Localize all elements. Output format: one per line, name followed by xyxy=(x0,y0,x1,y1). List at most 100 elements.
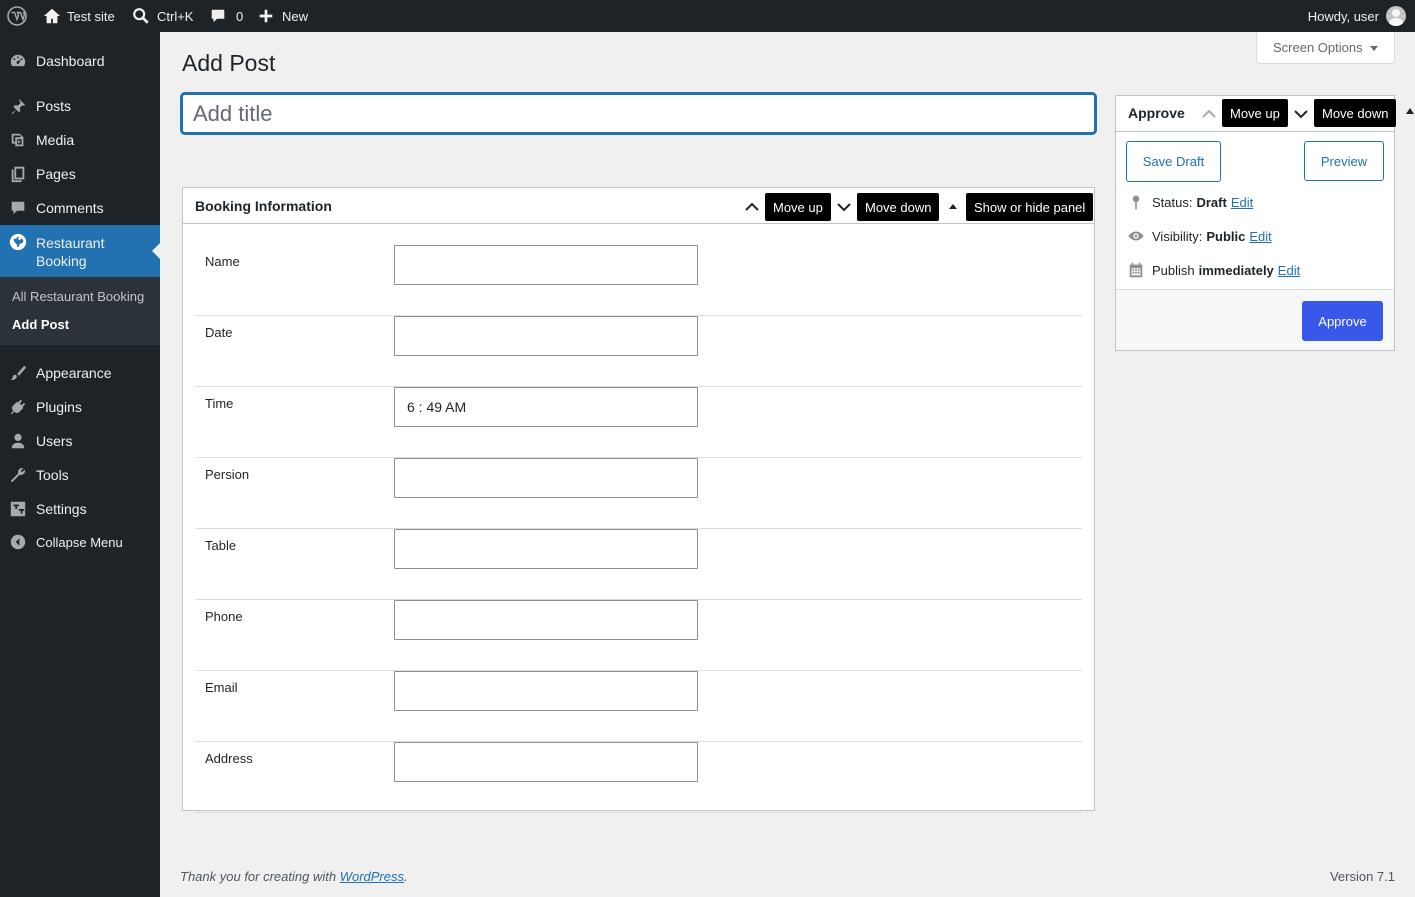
sidebar-item-label: Restaurant Booking xyxy=(36,235,105,269)
home-icon xyxy=(43,7,61,25)
triangle-up-icon[interactable] xyxy=(1406,108,1414,114)
publish-value: immediately xyxy=(1198,262,1274,278)
field-row-email: Email xyxy=(195,671,1082,742)
field-label: Email xyxy=(205,680,238,695)
move-up-button[interactable]: Move up xyxy=(765,193,831,221)
visibility-row: Visibility: Public Edit xyxy=(1126,226,1272,246)
footer-thanks-prefix: Thank you for creating with xyxy=(180,869,337,884)
comments-icon xyxy=(8,198,28,218)
sidebar-item-media[interactable]: Media xyxy=(0,127,160,153)
search-icon xyxy=(132,7,150,25)
chevron-up-icon[interactable] xyxy=(1199,104,1219,124)
admin-bar: Test site Ctrl+K 0 New Howdy, user xyxy=(0,0,1415,32)
comment-bubble-icon xyxy=(209,7,227,25)
triangle-up-icon[interactable] xyxy=(943,196,963,216)
new-label: New xyxy=(282,8,309,24)
post-title-input[interactable] xyxy=(181,93,1096,134)
move-down-button[interactable]: Move down xyxy=(1314,99,1397,127)
sidebar-collapse-menu[interactable]: Collapse Menu xyxy=(0,529,160,555)
media-icon xyxy=(8,130,28,150)
sidebar-item-pages[interactable]: Pages xyxy=(0,161,160,187)
field-label: Date xyxy=(205,325,233,340)
users-icon xyxy=(8,431,28,451)
sidebar-item-tools[interactable]: Tools xyxy=(0,462,160,488)
comments-link[interactable]: 0 xyxy=(209,0,243,32)
field-row-persion: Persion xyxy=(195,458,1082,529)
edit-status-link[interactable]: Edit xyxy=(1231,195,1253,210)
status-label: Status: xyxy=(1152,194,1193,210)
move-down-button[interactable]: Move down xyxy=(857,193,940,221)
pin-icon xyxy=(1126,192,1146,212)
calendar-icon xyxy=(1126,260,1146,280)
edit-visibility-link[interactable]: Edit xyxy=(1249,229,1271,244)
submenu-item-all-restaurant-booking[interactable]: All Restaurant Booking xyxy=(12,289,144,304)
date-input[interactable] xyxy=(394,316,698,356)
field-label: Table xyxy=(205,538,237,553)
postbox-title: Booking Information xyxy=(195,198,332,214)
sidebar-item-plugins[interactable]: Plugins xyxy=(0,394,160,420)
sidebar-item-label: Posts xyxy=(36,98,72,114)
wrench-icon xyxy=(8,465,28,485)
site-name-link[interactable]: Test site xyxy=(43,0,115,32)
sidebar-item-label: Collapse Menu xyxy=(36,534,123,550)
pushpin-icon xyxy=(8,96,28,116)
chevron-up-icon[interactable] xyxy=(742,197,762,217)
settings-icon xyxy=(8,499,28,519)
table-input[interactable] xyxy=(394,529,698,569)
address-input[interactable] xyxy=(394,742,698,782)
sidebar-item-users[interactable]: Users xyxy=(0,428,160,454)
persion-input[interactable] xyxy=(394,458,698,498)
comments-count: 0 xyxy=(236,8,244,24)
new-content-link[interactable]: New xyxy=(257,0,308,32)
dashboard-icon xyxy=(8,51,28,71)
sidebar-item-appearance[interactable]: Appearance xyxy=(0,360,160,386)
booking-information-box: Booking Information Move up Move down Sh… xyxy=(182,187,1095,813)
sidebar-item-label: Comments xyxy=(36,200,104,216)
greeting: Howdy, user xyxy=(1307,8,1379,24)
status-value: Draft xyxy=(1196,194,1227,210)
sidebar-item-label: Dashboard xyxy=(36,53,105,69)
approve-box: Approve Move up Move down Save Draft Pre… xyxy=(1115,95,1397,351)
sidebar-item-settings[interactable]: Settings xyxy=(0,496,160,522)
postbox-header: Approve Move up Move down xyxy=(1116,96,1397,132)
approve-button[interactable]: Approve xyxy=(1302,301,1383,341)
search-shortcut: Ctrl+K xyxy=(157,8,194,24)
field-row-address: Address xyxy=(195,742,1082,813)
submenu-item-add-post[interactable]: Add Post xyxy=(12,317,69,332)
time-input[interactable] xyxy=(394,387,698,427)
sidebar-item-label: Media xyxy=(36,132,75,148)
toggle-panel-button[interactable]: Show or hide panel xyxy=(966,193,1094,221)
search-command[interactable]: Ctrl+K xyxy=(132,0,193,32)
field-label: Phone xyxy=(205,609,243,624)
name-input[interactable] xyxy=(394,245,698,285)
move-up-button[interactable]: Move up xyxy=(1222,99,1288,127)
email-input[interactable] xyxy=(394,671,698,711)
chevron-down-icon[interactable] xyxy=(834,197,854,217)
globe-icon xyxy=(8,232,28,252)
wordpress-logo-icon[interactable] xyxy=(7,0,27,32)
visibility-value: Public xyxy=(1206,228,1246,244)
admin-sidebar: Dashboard Posts Media Pages Comments Res… xyxy=(0,32,160,897)
field-label: Persion xyxy=(205,467,250,482)
caret-down-icon xyxy=(1370,46,1378,51)
sidebar-item-dashboard[interactable]: Dashboard xyxy=(0,48,160,74)
screen-options-button[interactable]: Screen Options xyxy=(1256,32,1395,64)
sidebar-item-posts[interactable]: Posts xyxy=(0,93,160,119)
phone-input[interactable] xyxy=(394,600,698,640)
chevron-down-icon[interactable] xyxy=(1291,104,1311,124)
my-account-link[interactable]: Howdy, user xyxy=(1308,0,1406,32)
sidebar-item-label: Appearance xyxy=(36,365,112,381)
sidebar-item-restaurant-booking[interactable]: Restaurant Booking xyxy=(0,225,160,277)
sidebar-item-comments[interactable]: Comments xyxy=(0,195,160,221)
status-row: Status: Draft Edit xyxy=(1126,192,1253,212)
publish-row: Publish immediately Edit xyxy=(1126,260,1300,280)
edit-publish-date-link[interactable]: Edit xyxy=(1278,263,1300,278)
wordpress-link[interactable]: WordPress xyxy=(340,869,404,884)
footer-version: Version 7.1 xyxy=(1329,869,1395,884)
postbox-title: Approve xyxy=(1128,105,1185,121)
paintbrush-icon xyxy=(8,363,28,383)
preview-button[interactable]: Preview xyxy=(1304,141,1384,181)
save-draft-button[interactable]: Save Draft xyxy=(1126,141,1221,182)
pages-icon xyxy=(8,164,28,184)
field-row-time: Time xyxy=(195,387,1082,458)
